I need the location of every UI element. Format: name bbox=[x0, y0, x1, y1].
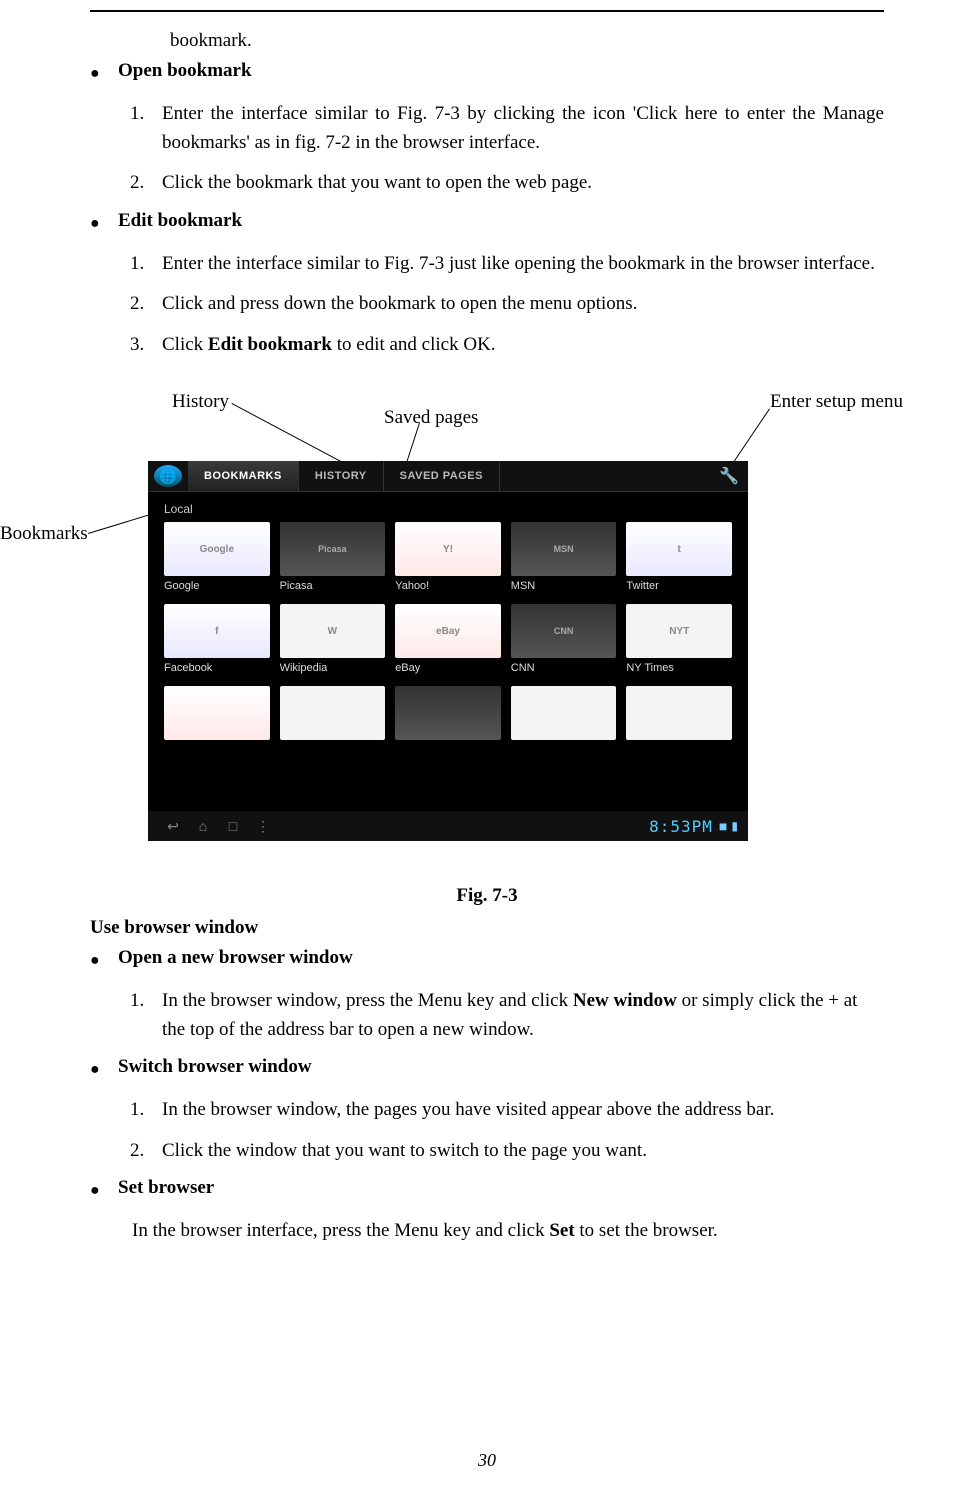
bullet-icon: ● bbox=[90, 1056, 118, 1084]
page: bookmark. ● Open bookmark 1.Enter the in… bbox=[0, 0, 974, 1511]
bookmark-item[interactable]: fFacebook bbox=[164, 604, 270, 676]
list-item: 2.Click and press down the bookmark to o… bbox=[130, 290, 884, 319]
bookmark-item[interactable]: NYTNY Times bbox=[626, 604, 732, 676]
use-browser-heading: Use browser window bbox=[90, 917, 884, 939]
switch-title: Switch browser window bbox=[118, 1056, 312, 1078]
screenshot-bookmarks: 🌐 BOOKMARKS HISTORY SAVED PAGES 🔧 Local … bbox=[148, 461, 748, 841]
list-item: 1. In the browser window, press the Menu… bbox=[130, 987, 884, 1044]
bookmark-item[interactable] bbox=[280, 686, 386, 740]
bullet-edit-bookmark: ● Edit bookmark bbox=[90, 210, 884, 238]
bookmark-item[interactable] bbox=[626, 686, 732, 740]
bookmark-item[interactable]: MSNMSN bbox=[511, 522, 617, 594]
list-item: 2.Click the bookmark that you want to op… bbox=[130, 169, 884, 198]
content: bookmark. ● Open bookmark 1.Enter the in… bbox=[90, 0, 884, 1246]
list-item: 2.Click the window that you want to swit… bbox=[130, 1137, 884, 1166]
bullet-open-new-window: ● Open a new browser window bbox=[90, 947, 884, 975]
bullet-icon: ● bbox=[90, 947, 118, 975]
open-bookmark-title: Open bookmark bbox=[118, 60, 252, 82]
bookmark-item[interactable]: GoogleGoogle bbox=[164, 522, 270, 594]
list-item: 1.Enter the interface similar to Fig. 7-… bbox=[130, 250, 884, 279]
recent-icon[interactable]: □ bbox=[218, 818, 248, 834]
callout-history: History bbox=[172, 391, 229, 413]
tab-saved-pages[interactable]: SAVED PAGES bbox=[384, 461, 500, 491]
bookmark-item[interactable] bbox=[164, 686, 270, 740]
page-number: 30 bbox=[0, 1450, 974, 1471]
bookmark-item[interactable]: tTwitter bbox=[626, 522, 732, 594]
bookmark-item[interactable]: CNNCNN bbox=[511, 604, 617, 676]
local-label: Local bbox=[148, 492, 748, 522]
tab-history[interactable]: HISTORY bbox=[299, 461, 384, 491]
bookmark-grid: GoogleGoogle PicasaPicasa Y!Yahoo! MSNMS… bbox=[148, 522, 748, 750]
globe-icon[interactable]: 🌐 bbox=[154, 465, 182, 487]
figure-caption: Fig. 7-3 bbox=[90, 885, 884, 907]
list-item: 1.Enter the interface similar to Fig. 7-… bbox=[130, 100, 884, 157]
bullet-switch-window: ● Switch browser window bbox=[90, 1056, 884, 1084]
wrench-icon[interactable]: 🔧 bbox=[710, 461, 748, 491]
bookmark-item[interactable]: eBayeBay bbox=[395, 604, 501, 676]
set-browser-para: In the browser interface, press the Menu… bbox=[90, 1217, 884, 1246]
callout-bookmarks: Bookmarks bbox=[0, 523, 88, 545]
top-fragment: bookmark. bbox=[90, 30, 884, 52]
bullet-set-browser: ● Set browser bbox=[90, 1177, 884, 1205]
clock: 8:53PM bbox=[649, 817, 713, 836]
figure-7-3-area: History Saved pages Enter setup menu Boo… bbox=[0, 381, 974, 871]
set-browser-title: Set browser bbox=[118, 1177, 214, 1199]
screenshot-tabbar: 🌐 BOOKMARKS HISTORY SAVED PAGES 🔧 bbox=[148, 461, 748, 492]
bullet-icon: ● bbox=[90, 210, 118, 238]
edit-bookmark-title: Edit bookmark bbox=[118, 210, 242, 232]
bullet-icon: ● bbox=[90, 60, 118, 88]
wifi-icon: ■ bbox=[719, 818, 727, 834]
bookmark-item[interactable]: WWikipedia bbox=[280, 604, 386, 676]
callout-enter-setup: Enter setup menu bbox=[770, 391, 903, 413]
bullet-icon: ● bbox=[90, 1177, 118, 1205]
bookmark-item[interactable] bbox=[511, 686, 617, 740]
bookmark-item[interactable] bbox=[395, 686, 501, 740]
system-nav-bar: ↩ ⌂ □ ⋮ 8:53PM ■ ▮ bbox=[148, 811, 748, 841]
battery-icon: ▮ bbox=[731, 819, 738, 833]
menu-icon[interactable]: ⋮ bbox=[248, 818, 278, 835]
bullet-open-bookmark: ● Open bookmark bbox=[90, 60, 884, 88]
tab-bookmarks[interactable]: BOOKMARKS bbox=[188, 461, 299, 491]
open-new-title: Open a new browser window bbox=[118, 947, 353, 969]
callout-saved-pages: Saved pages bbox=[384, 407, 478, 429]
back-icon[interactable]: ↩ bbox=[158, 818, 188, 835]
home-icon[interactable]: ⌂ bbox=[188, 818, 218, 834]
list-item: 1.In the browser window, the pages you h… bbox=[130, 1096, 884, 1125]
list-item: 3. Click Edit bookmark to edit and click… bbox=[130, 331, 884, 360]
bookmark-item[interactable]: PicasaPicasa bbox=[280, 522, 386, 594]
bookmark-item[interactable]: Y!Yahoo! bbox=[395, 522, 501, 594]
